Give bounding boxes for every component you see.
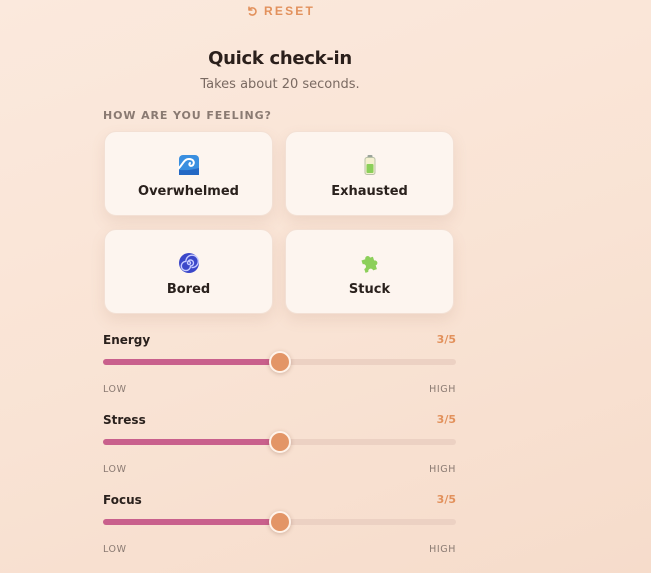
feeling-option-stuck[interactable]: Stuck <box>285 229 454 314</box>
feeling-label: Overwhelmed <box>138 184 239 199</box>
slider-label: Stress <box>103 413 146 427</box>
slider-value: 3/5 <box>436 413 456 426</box>
slider-thumb[interactable] <box>268 351 291 373</box>
feeling-label: Stuck <box>348 282 391 297</box>
slider-fill <box>103 519 280 525</box>
slider-low-label: LOW <box>103 544 127 555</box>
slider-fill <box>103 359 280 365</box>
reset-label: RESET <box>264 4 316 18</box>
reset-icon <box>246 5 258 17</box>
feeling-option-exhausted[interactable]: Exhausted <box>285 131 454 216</box>
slider-value: 3/5 <box>436 493 456 506</box>
feeling-option-overwhelmed[interactable]: Overwhelmed <box>104 131 273 216</box>
reset-button[interactable]: RESET <box>246 3 315 19</box>
slider-thumb[interactable] <box>268 431 291 453</box>
slider-high-label: HIGH <box>429 464 456 475</box>
wave-icon <box>177 154 200 176</box>
spiral-icon <box>178 252 200 274</box>
puzzle-icon <box>359 252 381 274</box>
slider-high-label: HIGH <box>429 544 456 555</box>
slider-value: 3/5 <box>436 333 456 346</box>
slider-low-label: LOW <box>103 464 127 475</box>
stress-slider: Stress 3/5 LOW HIGH <box>103 413 456 483</box>
slider-low-label: LOW <box>103 384 127 395</box>
focus-slider: Focus 3/5 LOW HIGH <box>103 493 456 563</box>
feeling-label: Bored <box>166 282 211 297</box>
slider-track[interactable] <box>103 511 456 533</box>
feeling-label: Exhausted <box>331 184 408 199</box>
page-subtitle: Takes about 20 seconds. <box>200 77 360 92</box>
energy-slider: Energy 3/5 LOW HIGH <box>103 333 456 403</box>
slider-label: Focus <box>103 493 142 507</box>
slider-track[interactable] <box>103 431 456 453</box>
page-title: Quick check-in <box>208 48 352 69</box>
feelings-section-label: HOW ARE YOU FEELING? <box>103 109 272 122</box>
slider-track[interactable] <box>103 351 456 373</box>
slider-label: Energy <box>103 333 151 347</box>
slider-fill <box>103 439 280 445</box>
low-battery-icon <box>359 154 381 176</box>
slider-thumb[interactable] <box>268 511 291 533</box>
slider-high-label: HIGH <box>429 384 456 395</box>
feeling-option-bored[interactable]: Bored <box>104 229 273 314</box>
